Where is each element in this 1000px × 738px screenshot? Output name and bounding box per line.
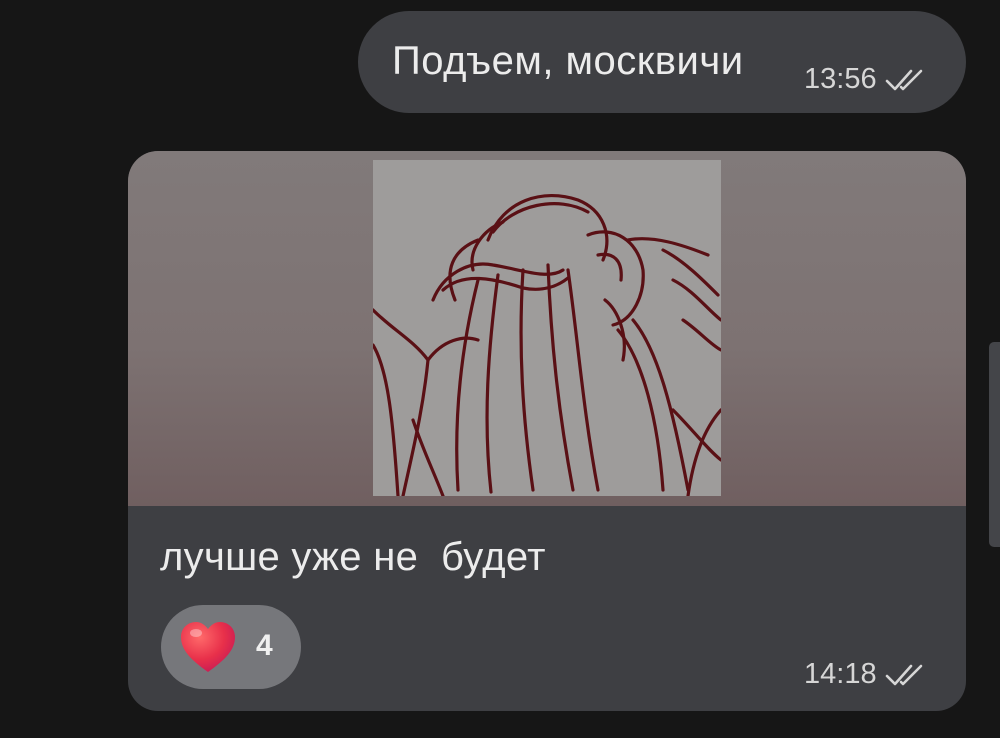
message-text: Подъем, москвичи	[392, 39, 744, 83]
media-preview[interactable]	[128, 151, 966, 506]
scrollbar[interactable]	[989, 342, 1000, 547]
message-time: 14:18	[804, 658, 877, 690]
sketch-image	[373, 160, 721, 496]
double-check-icon	[885, 69, 922, 90]
outgoing-message-bubble[interactable]: Подъем, москвичи 13:56	[358, 11, 966, 113]
message-meta: 13:56	[804, 63, 925, 96]
outgoing-media-message[interactable]: лучше уже не будет 4 14:18	[128, 151, 966, 711]
reaction-heart-button[interactable]: 4	[161, 605, 301, 689]
message-caption: лучше уже не будет	[160, 535, 546, 579]
message-time: 13:56	[804, 63, 877, 95]
heart-icon	[181, 622, 235, 672]
reaction-count: 4	[256, 629, 273, 662]
double-check-icon	[885, 664, 922, 685]
message-meta: 14:18	[804, 658, 925, 691]
